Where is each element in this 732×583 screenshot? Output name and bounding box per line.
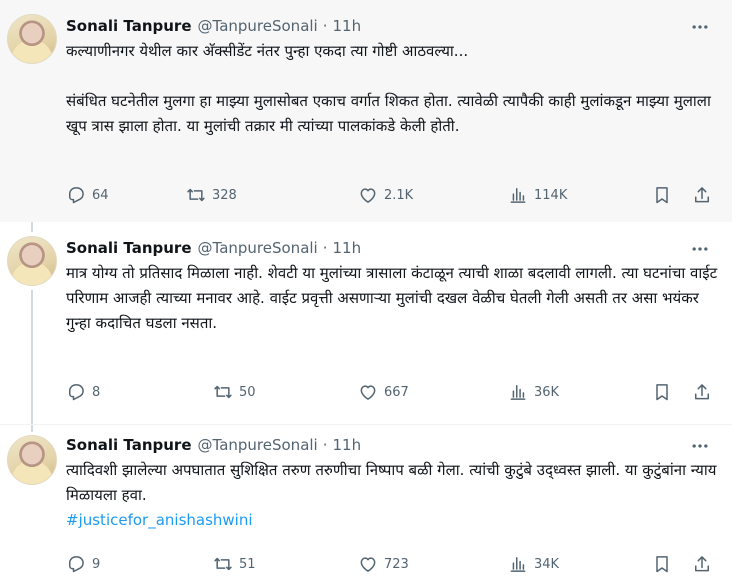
views-count: 36K bbox=[534, 384, 560, 400]
more-icon bbox=[692, 25, 708, 29]
action-bar: 64 328 2.1K 114K bbox=[62, 180, 722, 210]
tweet-paragraph: त्यादिवशी झालेल्या अपघातात सुशिक्षित तरु… bbox=[66, 461, 717, 504]
author-handle[interactable]: @TanpureSonali bbox=[198, 17, 318, 35]
tweet-3[interactable]: Sonali Tanpure @TanpureSonali · 11h त्या… bbox=[0, 424, 732, 583]
reply-count: 8 bbox=[92, 384, 101, 400]
repost-icon bbox=[214, 557, 232, 571]
action-bar: 9 51 723 34K bbox=[62, 549, 722, 579]
separator-dot: · bbox=[322, 17, 328, 35]
bookmark-icon bbox=[656, 384, 668, 401]
author-handle[interactable]: @TanpureSonali bbox=[198, 239, 318, 257]
more-icon bbox=[692, 247, 708, 251]
tweet-1[interactable]: Sonali Tanpure @TanpureSonali · 11h कल्य… bbox=[0, 0, 732, 222]
views-button[interactable]: 34K bbox=[508, 549, 559, 579]
timestamp[interactable]: 11h bbox=[333, 17, 362, 35]
share-button[interactable] bbox=[692, 549, 712, 579]
repost-count: 51 bbox=[239, 556, 256, 572]
like-icon bbox=[360, 385, 376, 400]
bookmark-button[interactable] bbox=[652, 180, 672, 210]
repost-count: 328 bbox=[212, 187, 237, 203]
author-name[interactable]: Sonali Tanpure bbox=[66, 17, 192, 35]
like-button[interactable]: 2.1K bbox=[358, 180, 413, 210]
tweet-2[interactable]: Sonali Tanpure @TanpureSonali · 11h मात्… bbox=[0, 222, 732, 424]
share-button[interactable] bbox=[692, 180, 712, 210]
author-name[interactable]: Sonali Tanpure bbox=[66, 239, 192, 257]
bookmark-button[interactable] bbox=[652, 377, 672, 407]
tweet-header: Sonali Tanpure @TanpureSonali · 11h bbox=[66, 15, 361, 37]
like-button[interactable]: 667 bbox=[358, 377, 409, 407]
avatar[interactable] bbox=[7, 236, 57, 286]
reply-button[interactable]: 9 bbox=[66, 549, 100, 579]
like-count: 723 bbox=[384, 556, 409, 572]
reply-icon bbox=[69, 556, 84, 573]
share-icon bbox=[695, 556, 709, 572]
separator-dot: · bbox=[322, 436, 328, 454]
timestamp[interactable]: 11h bbox=[333, 239, 362, 257]
repost-button[interactable]: 51 bbox=[213, 549, 256, 579]
views-count: 114K bbox=[534, 187, 568, 203]
separator-dot: · bbox=[322, 239, 328, 257]
repost-icon bbox=[214, 385, 232, 399]
reply-icon bbox=[69, 187, 84, 204]
tweet-paragraph: कल्याणीनगर येथील कार अ‍ॅक्सीडेंट नंतर पु… bbox=[66, 42, 469, 60]
tweet-paragraph: मात्र योग्य तो प्रतिसाद मिळाला नाही. शेव… bbox=[66, 264, 718, 332]
tweet-text: कल्याणीनगर येथील कार अ‍ॅक्सीडेंट नंतर पु… bbox=[66, 39, 722, 139]
bookmark-button[interactable] bbox=[652, 549, 672, 579]
like-button[interactable]: 723 bbox=[358, 549, 409, 579]
repost-button[interactable]: 50 bbox=[213, 377, 256, 407]
share-button[interactable] bbox=[692, 377, 712, 407]
avatar[interactable] bbox=[7, 435, 57, 485]
more-options-button[interactable] bbox=[690, 239, 710, 259]
views-button[interactable]: 114K bbox=[508, 180, 567, 210]
views-count: 34K bbox=[534, 556, 560, 572]
tweet-header: Sonali Tanpure @TanpureSonali · 11h bbox=[66, 434, 361, 456]
tweet-header: Sonali Tanpure @TanpureSonali · 11h bbox=[66, 237, 361, 259]
bookmark-icon bbox=[656, 187, 668, 204]
more-options-button[interactable] bbox=[690, 436, 710, 456]
repost-count: 50 bbox=[239, 384, 256, 400]
views-button[interactable]: 36K bbox=[508, 377, 559, 407]
like-icon bbox=[360, 188, 376, 203]
reply-count: 64 bbox=[92, 187, 109, 203]
hashtag-link[interactable]: #justicefor_anishashwini bbox=[66, 511, 253, 529]
views-icon bbox=[510, 385, 526, 400]
reply-icon bbox=[69, 384, 84, 401]
like-count: 2.1K bbox=[384, 187, 414, 203]
author-handle[interactable]: @TanpureSonali bbox=[198, 436, 318, 454]
share-icon bbox=[695, 187, 709, 203]
more-icon bbox=[692, 444, 708, 448]
more-options-button[interactable] bbox=[690, 17, 710, 37]
views-icon bbox=[510, 188, 526, 203]
timestamp[interactable]: 11h bbox=[333, 436, 362, 454]
share-icon bbox=[695, 384, 709, 400]
reply-button[interactable]: 8 bbox=[66, 377, 100, 407]
repost-icon bbox=[187, 188, 205, 202]
repost-button[interactable]: 328 bbox=[186, 180, 237, 210]
bookmark-icon bbox=[656, 556, 668, 573]
tweet-text: मात्र योग्य तो प्रतिसाद मिळाला नाही. शेव… bbox=[66, 261, 722, 336]
reply-count: 9 bbox=[92, 556, 101, 572]
like-count: 667 bbox=[384, 384, 409, 400]
like-icon bbox=[360, 557, 376, 572]
tweet-text: त्यादिवशी झालेल्या अपघातात सुशिक्षित तरु… bbox=[66, 458, 722, 533]
author-name[interactable]: Sonali Tanpure bbox=[66, 436, 192, 454]
reply-button[interactable]: 64 bbox=[66, 180, 109, 210]
action-bar: 8 50 667 36K bbox=[62, 377, 722, 407]
views-icon bbox=[510, 557, 526, 572]
tweet-paragraph: संबंधित घटनेतील मुलगा हा माझ्या मुलासोबत… bbox=[66, 92, 711, 135]
avatar[interactable] bbox=[7, 14, 57, 64]
